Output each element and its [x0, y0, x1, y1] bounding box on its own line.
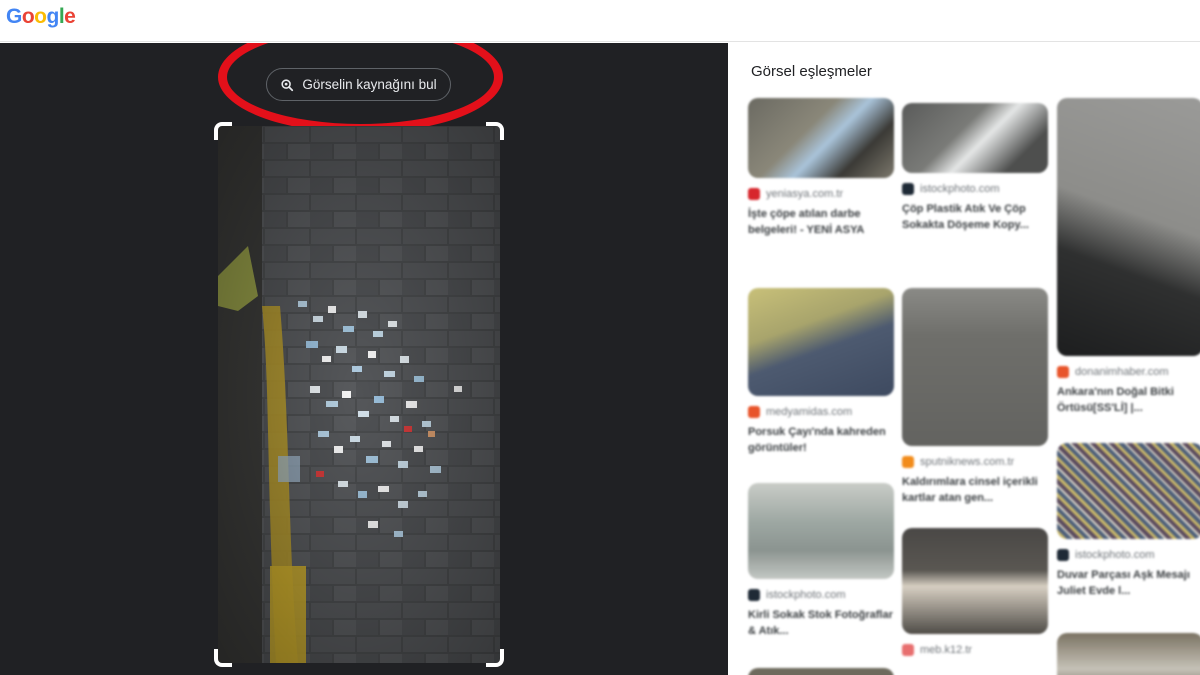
logo-letter: g	[46, 5, 60, 28]
result-thumbnail[interactable]	[748, 288, 894, 396]
result-thumbnail[interactable]	[748, 668, 894, 675]
result-card[interactable]	[748, 668, 894, 675]
google-logo[interactable]: Google	[6, 5, 76, 29]
result-source: donanimhaber.com	[1075, 366, 1169, 378]
result-title[interactable]: Kaldırımlara cinsel içerikli kartlar ata…	[902, 474, 1048, 506]
result-card[interactable]: medyamidas.com Porsuk Çayı'nda kahreden …	[748, 288, 894, 456]
yeniasya-favicon-icon	[748, 188, 760, 200]
logo-letter: e	[64, 5, 76, 28]
result-thumbnail[interactable]	[902, 103, 1048, 173]
result-source: yeniasya.com.tr	[766, 188, 844, 200]
result-card[interactable]: istockphoto.com Çöp Plastik Atık Ve Çöp …	[902, 103, 1048, 233]
istockphoto-favicon-icon	[1057, 549, 1069, 561]
visual-matches-panel: Görsel eşleşmeler yeniasya.com.tr İşte ç…	[729, 43, 1200, 675]
visual-matches-title: Görsel eşleşmeler	[751, 63, 872, 80]
result-title[interactable]: İşte çöpe atılan darbe belgeleri! - YENİ…	[748, 206, 894, 238]
medyamidas-favicon-icon	[748, 406, 760, 418]
result-title[interactable]: Kirli Sokak Stok Fotoğraflar & Atık...	[748, 607, 894, 639]
result-source: istockphoto.com	[1075, 549, 1155, 561]
donanimhaber-favicon-icon	[1057, 366, 1069, 378]
result-source: meb.k12.tr	[920, 644, 972, 656]
lens-search-icon	[281, 78, 294, 91]
sputniknews-favicon-icon	[902, 456, 914, 468]
result-source: istockphoto.com	[920, 183, 1000, 195]
crop-handle-top-left[interactable]	[214, 122, 232, 140]
result-card[interactable]: istockphoto.com Duvar Parçası Aşk Mesajı…	[1057, 443, 1200, 599]
crop-handle-bottom-right[interactable]	[486, 649, 504, 667]
istockphoto-favicon-icon	[902, 183, 914, 195]
find-image-source-label: Görselin kaynağını bul	[302, 77, 437, 92]
logo-letter: o	[21, 5, 35, 28]
top-bar: Google	[0, 0, 1200, 42]
result-thumbnail[interactable]	[1057, 443, 1200, 539]
meb-favicon-icon	[902, 644, 914, 656]
crop-handle-bottom-left[interactable]	[214, 649, 232, 667]
crop-handle-top-right[interactable]	[486, 122, 504, 140]
uploaded-photo	[218, 126, 500, 663]
result-thumbnail[interactable]	[902, 288, 1048, 446]
result-thumbnail[interactable]	[1057, 633, 1200, 675]
result-source: istockphoto.com	[766, 589, 846, 601]
result-card[interactable]: meb.k12.tr	[902, 528, 1048, 656]
result-title[interactable]: Çöp Plastik Atık Ve Çöp Sokakta Döşeme K…	[902, 201, 1048, 233]
result-thumbnail[interactable]	[748, 483, 894, 579]
result-card[interactable]: sputniknews.com.tr Kaldırımlara cinsel i…	[902, 288, 1048, 506]
result-thumbnail[interactable]	[1057, 98, 1200, 356]
result-card[interactable]	[1057, 633, 1200, 675]
results-grid: yeniasya.com.tr İşte çöpe atılan darbe b…	[729, 93, 1200, 675]
result-thumbnail[interactable]	[748, 98, 894, 178]
logo-letter: G	[6, 5, 22, 28]
result-title[interactable]: Duvar Parçası Aşk Mesajı Juliet Evde l..…	[1057, 567, 1200, 599]
result-source: medyamidas.com	[766, 406, 853, 418]
result-thumbnail[interactable]	[902, 528, 1048, 634]
lens-image-panel: Görselin kaynağını bul	[0, 43, 728, 675]
result-card[interactable]: donanimhaber.com Ankara'nın Doğal Bitki …	[1057, 98, 1200, 416]
logo-letter: o	[34, 5, 47, 28]
find-image-source-button[interactable]: Görselin kaynağını bul	[266, 68, 451, 101]
istockphoto-favicon-icon	[748, 589, 760, 601]
result-title[interactable]: Porsuk Çayı'nda kahreden görüntüler!	[748, 424, 894, 456]
result-card[interactable]: yeniasya.com.tr İşte çöpe atılan darbe b…	[748, 98, 894, 238]
result-title[interactable]: Ankara'nın Doğal Bitki Örtüsü[SS'Lİ] |..…	[1057, 384, 1200, 416]
result-source: sputniknews.com.tr	[920, 456, 1015, 468]
result-card[interactable]: istockphoto.com Kirli Sokak Stok Fotoğra…	[748, 483, 894, 639]
